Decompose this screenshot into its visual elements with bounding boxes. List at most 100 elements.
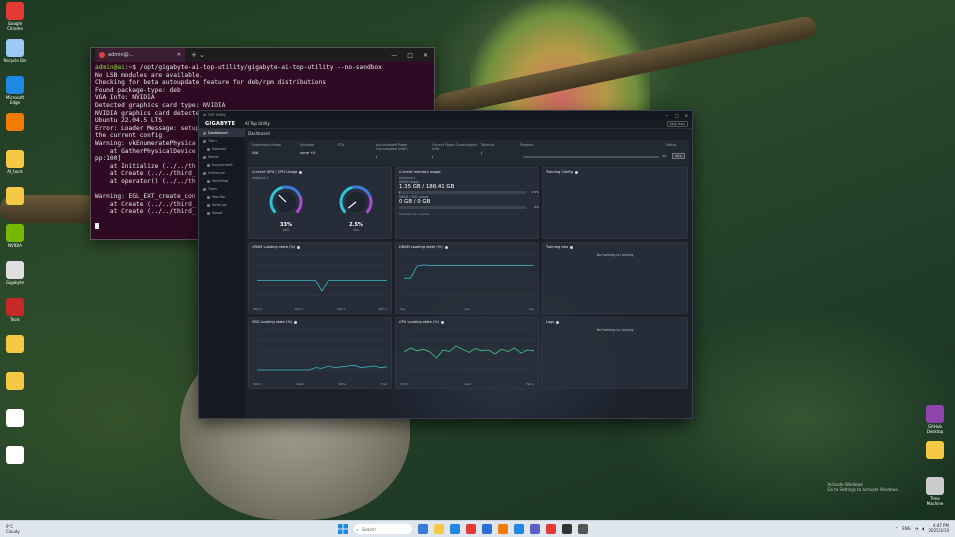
gpu-gauge-dial — [269, 185, 303, 214]
training-loss-empty: No training is running — [596, 253, 634, 257]
sidebar-item-workflow[interactable]: Workflow — [199, 177, 245, 185]
terminal-icon[interactable] — [562, 524, 572, 534]
sidebar-item-train[interactable]: Train — [199, 137, 245, 145]
clock[interactable]: 4:47 PM 2025/3/10 — [928, 523, 949, 533]
cpu-gauge-dial — [339, 185, 373, 214]
legend-item[interactable]: Free — [381, 382, 387, 386]
info-icon[interactable] — [441, 320, 445, 324]
minimize-button[interactable]: — — [665, 113, 669, 118]
ai-top-utility-window[interactable]: AI TOP Utility — □ ✕ GIGABYTE AI Top Uti… — [198, 110, 693, 419]
chrome-icon[interactable] — [466, 524, 476, 534]
sidebar-item-settings[interactable]: Settings — [199, 201, 245, 209]
nvidia-icon — [6, 224, 24, 242]
app-icon[interactable] — [578, 524, 588, 534]
store-icon[interactable] — [482, 524, 492, 534]
cpu-chart-panel: CPU Loading state (%) CPU 0 Load Temp — [395, 317, 539, 389]
desktop-icon[interactable] — [3, 446, 27, 465]
edge-icon[interactable] — [450, 524, 460, 534]
legend-item[interactable]: Use — [464, 307, 469, 311]
close-button[interactable]: ✕ — [423, 52, 428, 59]
volume-icon[interactable]: ◖ — [922, 526, 924, 531]
legend-item[interactable]: CPU 0 — [400, 382, 408, 386]
chrome-icon[interactable] — [546, 524, 556, 534]
legend-item[interactable]: GPU 2 — [337, 307, 346, 311]
desktop-icon[interactable] — [3, 372, 27, 391]
legend-item[interactable]: GPU 3 — [378, 307, 387, 311]
sidebar-item-inference[interactable]: Inference — [199, 169, 245, 177]
stop-button[interactable]: Stop — [672, 153, 685, 159]
start-button[interactable] — [338, 524, 348, 534]
close-icon[interactable]: ✕ — [177, 52, 181, 58]
desktop-icon[interactable] — [3, 113, 27, 132]
info-icon[interactable] — [556, 320, 560, 324]
terminal-line: Detected graphics card type: NVIDIA — [95, 101, 226, 109]
gauge-band — [365, 195, 373, 214]
desktop-icon[interactable]: AI_tools — [3, 150, 27, 174]
sidebar-item-label: Dataset — [212, 147, 227, 151]
desktop-icon[interactable]: Recycle Bin — [3, 39, 27, 63]
document-icon — [6, 409, 24, 427]
minimize-button[interactable]: — — [391, 52, 397, 59]
terminal-titlebar[interactable]: admin@... ✕ + ⌄ — □ ✕ — [91, 48, 434, 62]
nav-bullet-icon — [207, 211, 210, 215]
desktop-icon[interactable]: NVIDIA — [3, 224, 27, 248]
legend-item[interactable]: Read — [296, 382, 303, 386]
header-stop-button[interactable]: Stop Train — [667, 120, 688, 127]
tools-icon — [6, 298, 24, 316]
legend-item[interactable]: SSD 0 — [253, 382, 261, 386]
desktop-icon[interactable]: Gigabyte — [3, 261, 27, 285]
app-icon[interactable] — [498, 524, 508, 534]
chevron-up-icon[interactable]: ⌃ — [895, 526, 898, 531]
teams-icon[interactable] — [530, 524, 540, 534]
sidebar-item-tools[interactable]: Tools — [199, 185, 245, 193]
legend-item[interactable]: Use — [400, 307, 405, 311]
new-tab-button[interactable]: + ⌄ — [191, 51, 205, 59]
app-titlebar[interactable]: AI TOP Utility — □ ✕ — [199, 111, 692, 119]
close-button[interactable]: ✕ — [685, 113, 688, 118]
info-icon[interactable] — [299, 170, 303, 174]
desktop-icon[interactable]: Tools — [3, 298, 27, 322]
legend-item[interactable]: GPU 1 — [295, 307, 304, 311]
legend-item[interactable]: Load — [464, 382, 471, 386]
maximize-button[interactable]: □ — [675, 113, 679, 118]
desktop-icon[interactable]: Google Chrome — [3, 2, 27, 31]
legend-item[interactable]: Temp — [527, 382, 534, 386]
desktop-icon[interactable]: GitHub Desktop — [923, 405, 947, 434]
taskbar-search[interactable]: ⌕ Search — [354, 524, 412, 534]
input-language[interactable]: ENG — [902, 526, 911, 531]
desktop-icon[interactable] — [3, 409, 27, 428]
weather-widget[interactable]: 9°C Cloudy — [0, 524, 120, 534]
gpu-cpu-instance[interactable]: Instance 1 — [249, 176, 391, 180]
sidebar-item-experiment[interactable]: Experiment — [199, 161, 245, 169]
legend-item[interactable]: GPU 0 — [253, 307, 262, 311]
nav-bullet-icon — [207, 203, 210, 207]
desktop-icon-label: NVIDIA — [8, 243, 22, 248]
sidebar-item-about[interactable]: About — [199, 209, 245, 217]
file-explorer-icon[interactable] — [434, 524, 444, 534]
terminal-tab[interactable]: admin@... ✕ — [95, 48, 185, 62]
desktop-icon[interactable]: Microsoft Edge — [3, 76, 27, 105]
info-icon[interactable] — [574, 170, 578, 174]
desktop-icon[interactable] — [923, 441, 947, 460]
info-icon[interactable] — [570, 245, 574, 249]
desktop-icon[interactable]: Time Machine — [923, 477, 947, 506]
ssd-chart-title: SSD Loading state (%) — [252, 320, 293, 324]
sidebar-item-dataset[interactable]: Dataset — [199, 145, 245, 153]
info-icon[interactable] — [297, 245, 301, 249]
info-icon[interactable] — [294, 320, 298, 324]
vscode-icon[interactable] — [514, 524, 524, 534]
widgets-icon[interactable] — [418, 524, 428, 534]
network-icon[interactable]: ◔ — [915, 526, 919, 531]
legend-item[interactable]: Use — [529, 307, 534, 311]
sidebar-item-model[interactable]: Model — [199, 153, 245, 161]
desktop-icon[interactable] — [3, 335, 27, 354]
desktop-icon[interactable] — [3, 187, 27, 206]
app-tab-name[interactable]: AI Top Utility — [241, 121, 270, 126]
desktop-icon-label: Time Machine — [926, 496, 944, 506]
sidebar-item-monitor[interactable]: Monitor — [199, 193, 245, 201]
info-icon[interactable] — [444, 245, 448, 249]
desktop-icon-label: Gigabyte — [5, 280, 25, 285]
maximize-button[interactable]: □ — [407, 52, 413, 59]
legend-item[interactable]: Write — [339, 382, 346, 386]
sidebar-item-dashboard[interactable]: Dashboard — [199, 129, 245, 137]
